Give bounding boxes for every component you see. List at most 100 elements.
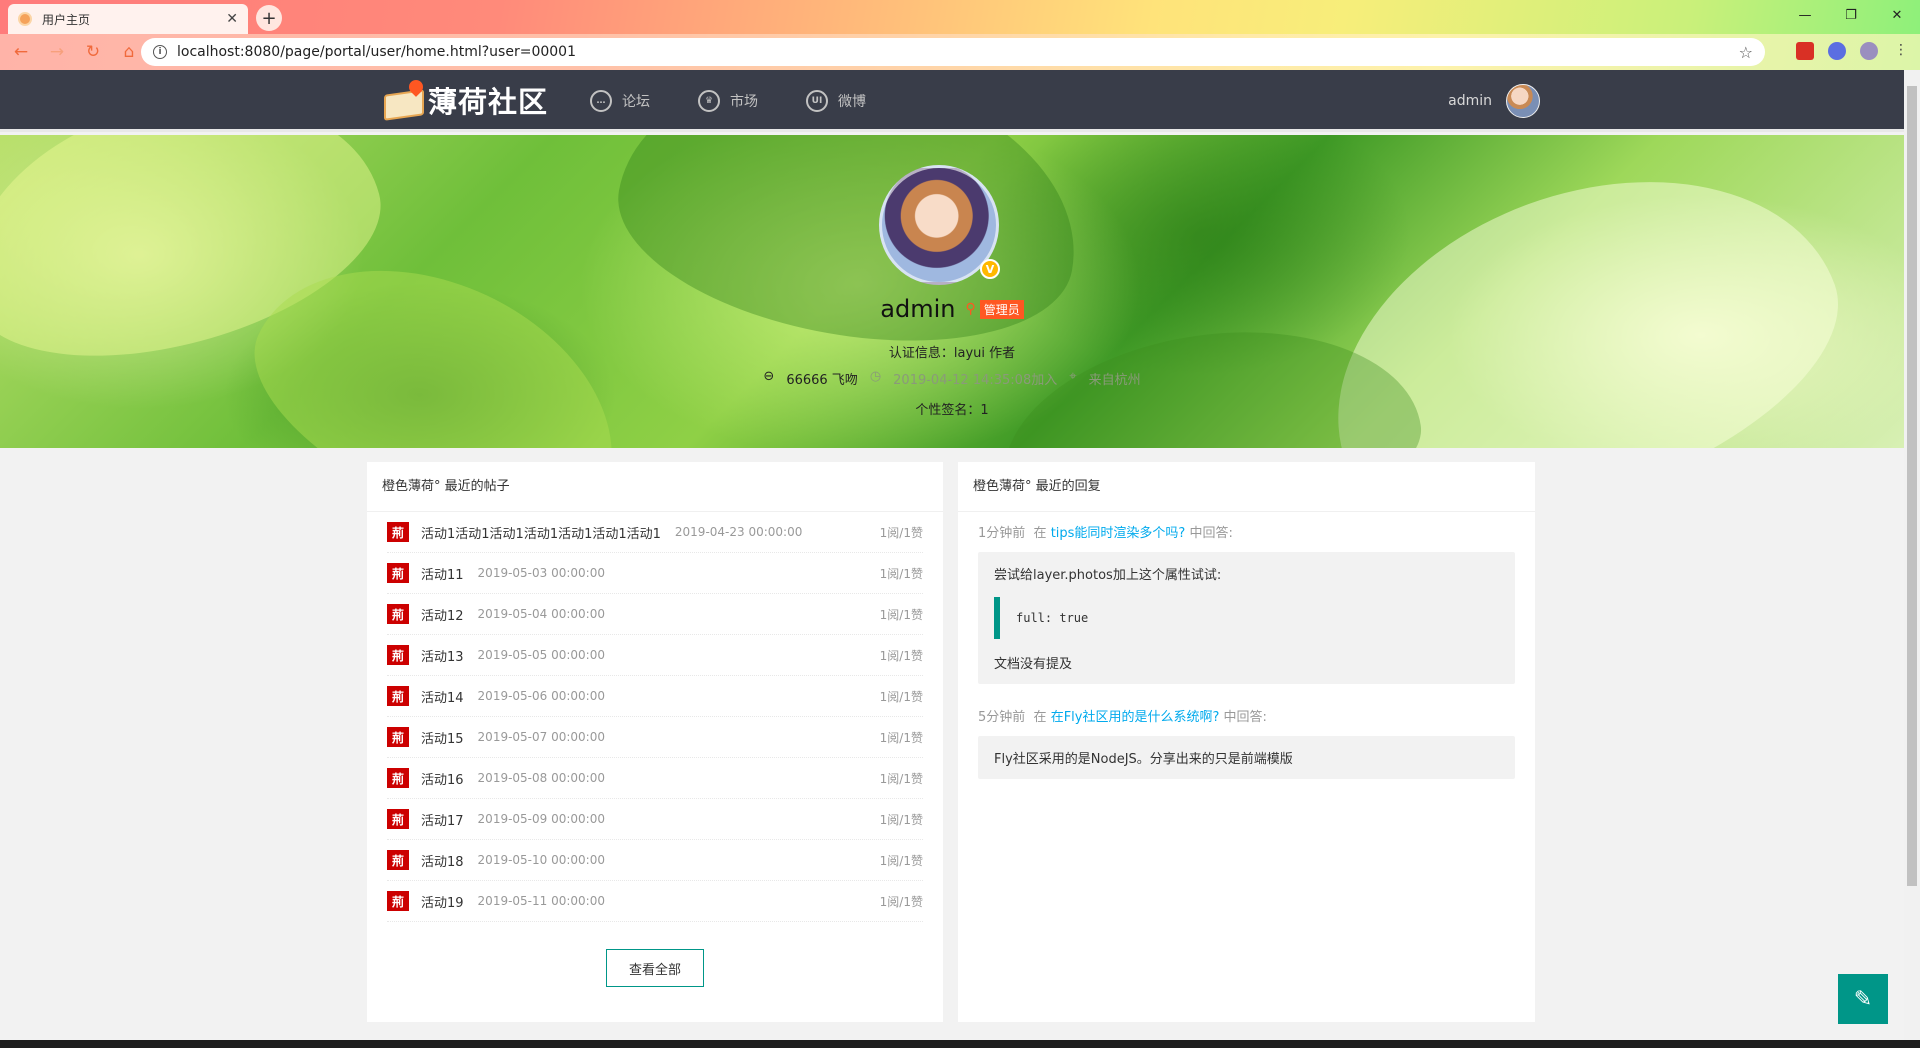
nav-label: 市场	[730, 94, 758, 110]
post-date: 2019-05-11 00:00:00	[477, 894, 605, 908]
reply-time: 5分钟前	[978, 710, 1026, 725]
back-arrow-icon[interactable]: ←	[6, 37, 36, 67]
post-title[interactable]: 活动12	[421, 605, 464, 624]
post-stat: 1阅/1赞	[879, 648, 923, 663]
list-item[interactable]: 荊 活动18 2019-05-10 00:00:00 1阅/1赞	[387, 840, 923, 881]
view-all-button[interactable]: 查看全部	[606, 949, 704, 987]
location-text: 来自杭州	[1088, 373, 1141, 388]
post-title[interactable]: 活动15	[421, 728, 464, 747]
tab-favicon-icon	[18, 12, 32, 26]
reply-meta: 5分钟前 在 在Fly社区用的是什么系统啊? 中回答:	[958, 706, 1535, 726]
profile-meta: ⊖ 66666 飞吻 ◷ 2019-04-12 14:35:08加入 ⌖ 来自杭…	[0, 369, 1904, 388]
list-item[interactable]: 荊 活动11 2019-05-03 00:00:00 1阅/1赞	[387, 553, 923, 594]
post-title[interactable]: 活动16	[421, 769, 464, 788]
post-tag: 荊	[387, 768, 409, 788]
post-title[interactable]: 活动19	[421, 892, 464, 911]
reply-content: 尝试给layer.photos加上这个属性试试: full: true 文档没有…	[978, 552, 1515, 684]
list-item[interactable]: 荊 活动13 2019-05-05 00:00:00 1阅/1赞	[387, 635, 923, 676]
restore-button[interactable]: ❐	[1828, 0, 1874, 30]
post-stat: 1阅/1赞	[879, 730, 923, 745]
browser-toolbar: ← → ↻ ⌂ i localhost:8080/page/portal/use…	[0, 34, 1920, 70]
home-icon[interactable]: ⌂	[114, 37, 144, 67]
post-title[interactable]: 活动1活动1活动1活动1活动1活动1活动1	[421, 523, 661, 542]
post-tag: 荊	[387, 891, 409, 911]
key-icon: ⚲	[965, 301, 976, 317]
reply-text: 文档没有提及	[994, 657, 1073, 672]
ui-icon: UI	[806, 90, 828, 112]
post-stat: 1阅/1赞	[879, 853, 923, 868]
page-scrollbar[interactable]	[1904, 70, 1920, 1040]
code-quote: full: true	[994, 597, 1499, 639]
nav-item-weibo[interactable]: UI 微博	[806, 70, 866, 132]
minimize-button[interactable]: —	[1782, 0, 1828, 30]
list-item[interactable]: 荊 活动14 2019-05-06 00:00:00 1阅/1赞	[387, 676, 923, 717]
scrollbar-thumb[interactable]	[1907, 86, 1917, 886]
new-tab-button[interactable]: +	[256, 5, 282, 31]
reply-meta: 1分钟前 在 tips能同时渲染多个吗? 中回答:	[958, 522, 1535, 542]
post-tag: 荊	[387, 686, 409, 706]
location-icon: ⌖	[1069, 369, 1077, 384]
nav-item-market[interactable]: ♛ 市场	[698, 70, 758, 132]
post-tag: 荊	[387, 522, 409, 542]
post-stat: 1阅/1赞	[879, 894, 923, 909]
address-bar[interactable]: i localhost:8080/page/portal/user/home.h…	[141, 38, 1765, 66]
post-title[interactable]: 活动14	[421, 687, 464, 706]
site-info-icon[interactable]: i	[153, 45, 167, 59]
reply-topic-link[interactable]: tips能同时渲染多个吗?	[1051, 526, 1186, 541]
post-stat: 1阅/1赞	[879, 689, 923, 704]
reply-in: 在	[1033, 710, 1047, 725]
reply-topic-link[interactable]: 在Fly社区用的是什么系统啊?	[1051, 710, 1220, 725]
close-tab-icon[interactable]: ✕	[226, 11, 238, 27]
post-title[interactable]: 活动18	[421, 851, 464, 870]
user-menu[interactable]: admin	[1448, 84, 1540, 118]
reload-icon[interactable]: ↻	[78, 37, 108, 67]
kiss-icon: ⊖	[763, 369, 775, 384]
post-stat: 1阅/1赞	[879, 771, 923, 786]
header-user-name[interactable]: admin	[1448, 93, 1492, 109]
edit-pencil-button[interactable]: ✎	[1838, 974, 1888, 1024]
fe-extension-icon[interactable]	[1796, 42, 1814, 60]
clock-icon: ◷	[869, 369, 882, 384]
forward-arrow-icon[interactable]: →	[42, 37, 72, 67]
profile-avatar-icon[interactable]	[1860, 42, 1878, 60]
os-taskbar	[0, 1040, 1920, 1048]
post-title[interactable]: 活动17	[421, 810, 464, 829]
reply-in: 在	[1033, 526, 1047, 541]
profile-name-row: admin ⚲ 管理员	[0, 295, 1904, 323]
browser-tab[interactable]: 用户主页 ✕	[8, 4, 248, 34]
url-text[interactable]: localhost:8080/page/portal/user/home.htm…	[177, 44, 1739, 60]
post-tag: 荊	[387, 727, 409, 747]
post-tag: 荊	[387, 604, 409, 624]
more-menu-icon[interactable]: ⋮	[1892, 42, 1910, 60]
nav-item-forum[interactable]: … 论坛	[590, 70, 650, 132]
main-nav: … 论坛 ♛ 市场 UI 微博	[590, 70, 914, 132]
list-item[interactable]: 荊 活动16 2019-05-08 00:00:00 1阅/1赞	[387, 758, 923, 799]
profile-banner: V admin ⚲ 管理员 认证信息：layui 作者 ⊖ 66666 飞吻 ◷…	[0, 135, 1904, 448]
post-stat: 1阅/1赞	[879, 566, 923, 581]
list-item[interactable]: 荊 活动17 2019-05-09 00:00:00 1阅/1赞	[387, 799, 923, 840]
browser-tab-strip: 用户主页 ✕ + — ❐ ✕	[0, 0, 1920, 34]
list-item[interactable]: 荊 活动15 2019-05-07 00:00:00 1阅/1赞	[387, 717, 923, 758]
post-stat: 1阅/1赞	[879, 607, 923, 622]
nav-label: 论坛	[622, 94, 650, 110]
list-item[interactable]: 荊 活动1活动1活动1活动1活动1活动1活动1 2019-04-23 00:00…	[387, 512, 923, 553]
post-tag: 荊	[387, 645, 409, 665]
post-stat: 1阅/1赞	[879, 525, 923, 540]
post-tag: 荊	[387, 809, 409, 829]
header-avatar[interactable]	[1506, 84, 1540, 118]
list-item[interactable]: 荊 活动19 2019-05-11 00:00:00 1阅/1赞	[387, 881, 923, 922]
post-title[interactable]: 活动11	[421, 564, 464, 583]
post-date: 2019-05-07 00:00:00	[477, 730, 605, 744]
role-badge: 管理员	[979, 299, 1024, 319]
post-date: 2019-04-23 00:00:00	[674, 525, 803, 539]
list-item[interactable]: 荊 活动12 2019-05-04 00:00:00 1阅/1赞	[387, 594, 923, 635]
window-close-button[interactable]: ✕	[1874, 0, 1920, 30]
logo-book-icon	[382, 77, 426, 122]
bookmark-star-icon[interactable]: ☆	[1739, 43, 1753, 62]
site-logo[interactable]: 薄荷社区	[382, 77, 548, 122]
extension-icons: ⋮	[1796, 42, 1910, 60]
hex-extension-icon[interactable]	[1828, 42, 1846, 60]
post-title[interactable]: 活动13	[421, 646, 464, 665]
post-date: 2019-05-03 00:00:00	[477, 566, 605, 580]
recent-replies-panel: 橙色薄荷° 最近的回复 1分钟前 在 tips能同时渲染多个吗? 中回答: 尝试…	[958, 462, 1535, 1022]
